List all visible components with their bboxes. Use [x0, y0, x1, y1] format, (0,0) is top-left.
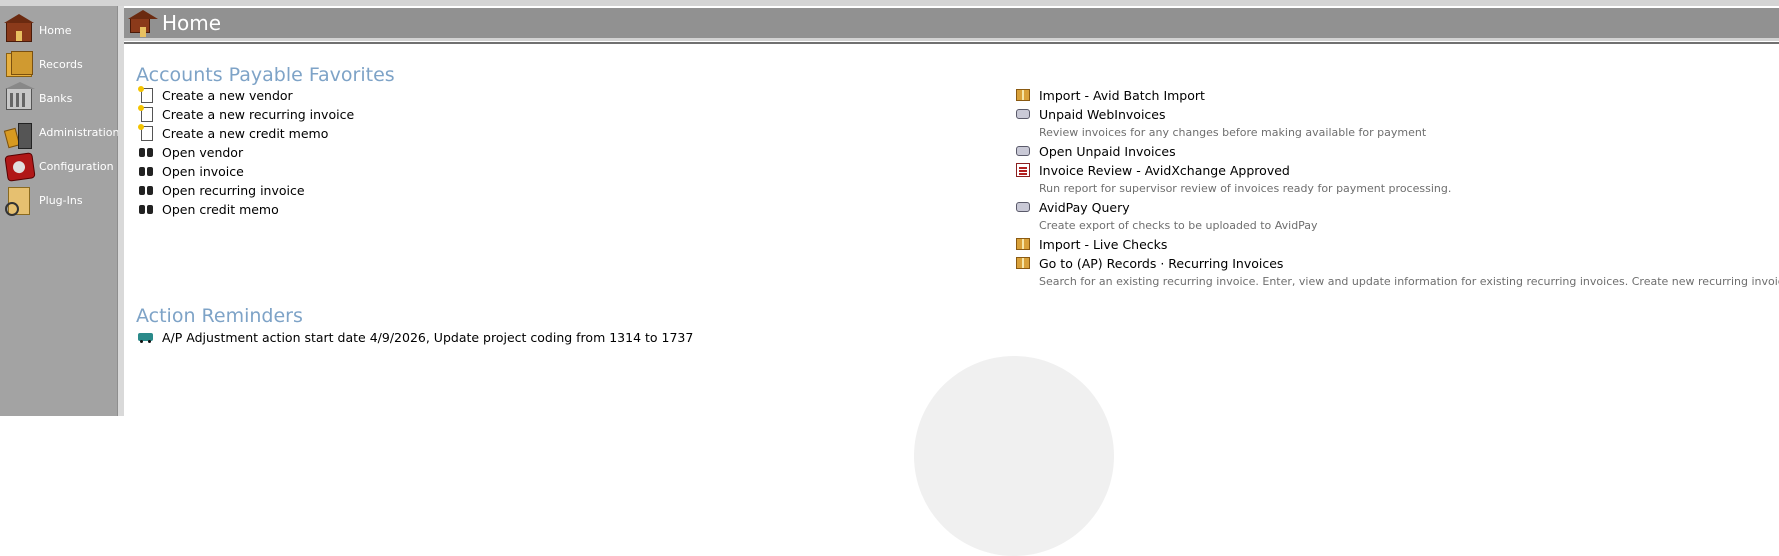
sidebar-item-banks[interactable]: Banks: [4, 80, 116, 116]
link-recurring-invoices-records[interactable]: Go to (AP) Records · Recurring Invoices: [1015, 255, 1283, 271]
truck-icon: [138, 329, 154, 345]
link-label: Invoice Review - AvidXchange Approved: [1039, 162, 1290, 178]
report-icon: [1015, 162, 1031, 178]
link-open-recurring-invoice[interactable]: Open recurring invoice: [138, 182, 305, 198]
sidebar-item-records[interactable]: Records: [4, 46, 116, 82]
link-label: AvidPay Query: [1039, 199, 1130, 215]
link-open-credit-memo[interactable]: Open credit memo: [138, 201, 279, 217]
binoculars-icon: [138, 144, 154, 160]
link-unpaid-webinvoices[interactable]: Unpaid WebInvoices: [1015, 106, 1166, 122]
link-label: Open invoice: [162, 163, 244, 179]
link-create-credit-memo[interactable]: Create a new credit memo: [138, 124, 329, 141]
home-icon: [128, 10, 158, 37]
sidebar-item-label: Records: [39, 57, 83, 71]
link-import-live-checks[interactable]: Import - Live Checks: [1015, 236, 1167, 252]
page-title: Home: [162, 11, 222, 35]
link-label: Import - Avid Batch Import: [1039, 87, 1205, 103]
link-open-invoice[interactable]: Open invoice: [138, 163, 244, 179]
link-label: Create a new credit memo: [162, 125, 329, 141]
link-import-avid-batch[interactable]: Import - Avid Batch Import: [1015, 87, 1205, 103]
background-watermark: [914, 356, 1114, 556]
sidebar: Home Records Banks Administration Config…: [0, 6, 120, 416]
package-icon: [1015, 87, 1031, 103]
configuration-icon: [4, 150, 38, 182]
link-description: Create export of checks to be uploaded t…: [1039, 219, 1318, 232]
link-label: Go to (AP) Records · Recurring Invoices: [1039, 255, 1284, 271]
page-header: Home: [124, 8, 1779, 41]
home-icon: [4, 14, 38, 46]
plug-ins-icon: [4, 184, 38, 216]
main-panel: Home Accounts Payable Favorites Create a…: [124, 6, 1779, 556]
divider: [124, 42, 1779, 44]
new-document-icon: [138, 86, 154, 103]
package-icon: [1015, 236, 1031, 252]
link-description: Run report for supervisor review of invo…: [1039, 182, 1452, 195]
link-label: Unpaid WebInvoices: [1039, 106, 1166, 122]
link-label: Open vendor: [162, 144, 244, 160]
records-icon: [4, 48, 38, 80]
sidebar-item-plug-ins[interactable]: Plug-Ins: [4, 182, 116, 218]
link-label: Open Unpaid Invoices: [1039, 143, 1176, 159]
sidebar-item-configuration[interactable]: Configuration: [4, 148, 116, 184]
sidebar-item-home[interactable]: Home: [4, 12, 116, 48]
hand-document-icon: [1015, 106, 1031, 122]
link-description: Review invoices for any changes before m…: [1039, 126, 1427, 139]
link-label: Import - Live Checks: [1039, 236, 1168, 252]
sidebar-item-label: Banks: [39, 91, 73, 105]
hand-document-icon: [1015, 143, 1031, 159]
reminder-item[interactable]: A/P Adjustment action start date 4/9/202…: [138, 329, 693, 345]
link-label: Create a new vendor: [162, 87, 293, 103]
link-avidpay-query[interactable]: AvidPay Query: [1015, 199, 1130, 215]
hand-document-icon: [1015, 199, 1031, 215]
binoculars-icon: [138, 182, 154, 198]
link-description: Search for an existing recurring invoice…: [1039, 275, 1779, 288]
link-label: Open credit memo: [162, 201, 279, 217]
sidebar-item-label: Home: [39, 23, 72, 37]
link-label: Create a new recurring invoice: [162, 106, 355, 122]
binoculars-icon: [138, 201, 154, 217]
banks-icon: [4, 82, 38, 114]
link-open-unpaid-invoices[interactable]: Open Unpaid Invoices: [1015, 143, 1176, 159]
reminder-label: A/P Adjustment action start date 4/9/202…: [162, 329, 694, 345]
favorites-section-title: Accounts Payable Favorites: [136, 64, 395, 86]
link-open-vendor[interactable]: Open vendor: [138, 144, 243, 160]
reminders-section-title: Action Reminders: [136, 305, 303, 327]
link-label: Open recurring invoice: [162, 182, 305, 198]
sidebar-item-administration[interactable]: Administration: [4, 114, 120, 150]
binoculars-icon: [138, 163, 154, 179]
administration-icon: [4, 116, 38, 149]
sidebar-item-label: Configuration: [39, 159, 114, 173]
link-invoice-review-approved[interactable]: Invoice Review - AvidXchange Approved: [1015, 162, 1290, 178]
sidebar-item-label: Plug-Ins: [39, 193, 83, 207]
link-create-recurring-invoice[interactable]: Create a new recurring invoice: [138, 105, 355, 122]
link-create-vendor[interactable]: Create a new vendor: [138, 86, 293, 103]
sidebar-item-label: Administration: [39, 125, 120, 139]
new-document-icon: [138, 105, 154, 122]
package-icon: [1015, 255, 1031, 271]
new-document-icon: [138, 124, 154, 141]
